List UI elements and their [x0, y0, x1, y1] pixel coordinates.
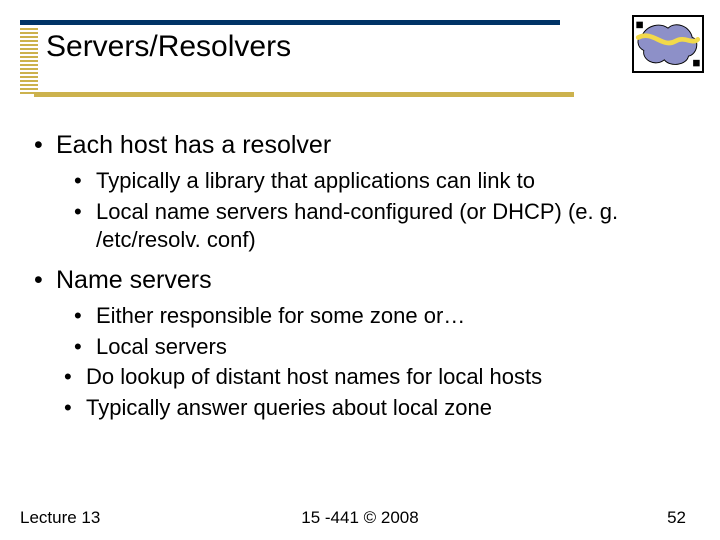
- list-item: Typically a library that applications ca…: [74, 167, 690, 196]
- list-item: Each host has a resolver Typically a lib…: [34, 130, 690, 255]
- logo-icon: [632, 15, 704, 73]
- bullet-text: Either responsible for some zone or…: [96, 303, 465, 328]
- bullet-text: Typically a library that applications ca…: [96, 168, 535, 193]
- bullet-text: Each host has a resolver: [56, 131, 331, 159]
- footer-page-number: 52: [667, 508, 686, 528]
- list-item: Local servers: [74, 333, 690, 362]
- title-top-rule: [20, 20, 560, 25]
- list-item: Name servers Either responsible for some…: [34, 265, 690, 423]
- list-item: Either responsible for some zone or…: [74, 302, 690, 331]
- bullet-text: Name servers: [56, 266, 212, 294]
- bullet-text: Local servers: [96, 334, 227, 359]
- list-item: Typically answer queries about local zon…: [64, 394, 690, 423]
- footer-center: 15 -441 © 2008: [0, 508, 720, 528]
- bullet-text: Do lookup of distant host names for loca…: [86, 364, 542, 389]
- bullet-text: Typically answer queries about local zon…: [86, 395, 492, 420]
- title-stripe-decoration: [20, 28, 38, 94]
- list-item: Do lookup of distant host names for loca…: [64, 363, 690, 392]
- list-item: Local name servers hand-configured (or D…: [74, 198, 690, 255]
- title-region: Servers/Resolvers: [0, 0, 720, 12]
- bullet-list: Each host has a resolver Typically a lib…: [34, 130, 690, 423]
- slide-title: Servers/Resolvers: [46, 30, 291, 64]
- title-bottom-rule: [34, 92, 574, 97]
- bullet-text: Local name servers hand-configured (or D…: [96, 199, 618, 253]
- slide: Servers/Resolvers Each host has a resolv…: [0, 0, 720, 540]
- content-area: Each host has a resolver Typically a lib…: [34, 120, 690, 423]
